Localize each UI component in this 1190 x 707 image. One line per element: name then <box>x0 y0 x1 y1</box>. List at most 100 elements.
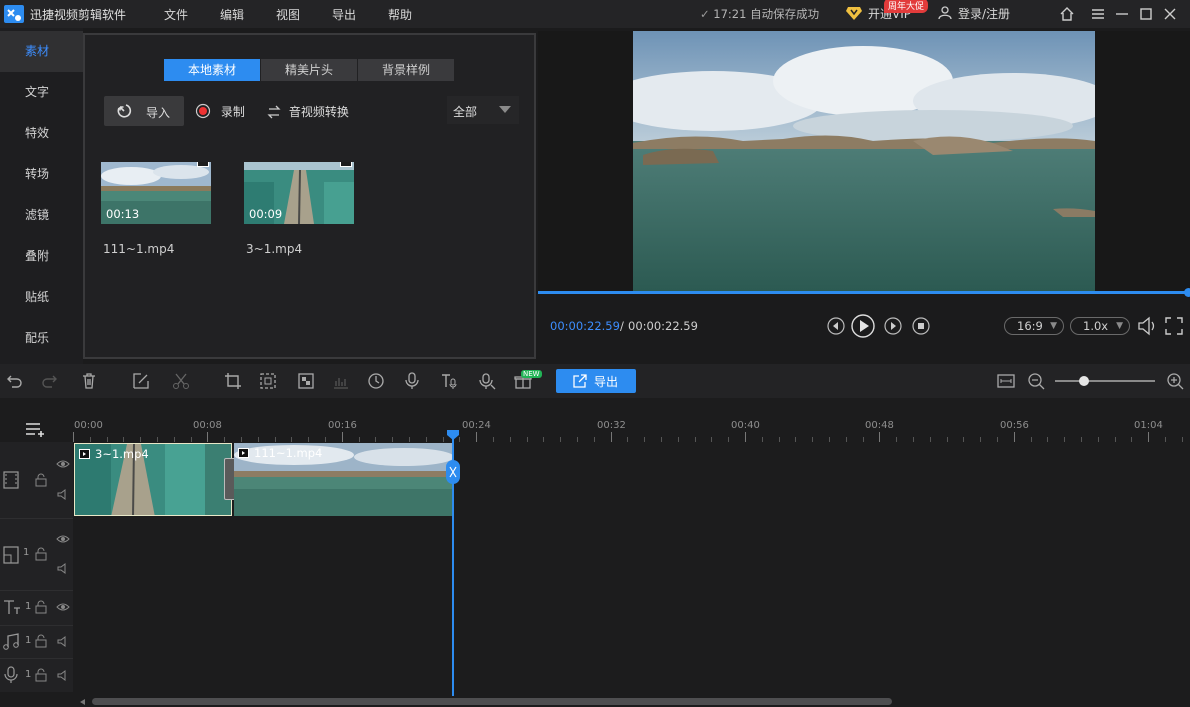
sidebar-item-media[interactable]: 素材 <box>0 31 83 72</box>
track-index: 1 <box>23 547 30 558</box>
tab-local-media[interactable]: 本地素材 <box>164 59 260 81</box>
zoom-out-icon[interactable] <box>1027 372 1045 390</box>
login-register-link[interactable]: 登录/注册 <box>958 5 1010 22</box>
edit-icon[interactable] <box>132 372 150 390</box>
mosaic-icon[interactable] <box>297 372 315 390</box>
media-filename: 3~1.mp4 <box>246 242 303 256</box>
media-item[interactable]: 00:09 3~1.mp4 <box>244 162 354 256</box>
delete-icon[interactable] <box>80 372 98 390</box>
ruler-label: 00:48 <box>865 420 894 431</box>
speaker-icon[interactable] <box>57 670 70 681</box>
preview-progress-bar[interactable] <box>538 291 1190 294</box>
chevron-down-icon <box>499 106 511 113</box>
fullscreen-icon[interactable] <box>1164 316 1184 336</box>
sidebar-item-transitions[interactable]: 转场 <box>0 154 83 195</box>
aspect-ratio-select[interactable]: 16:9 ▼ <box>1004 317 1064 335</box>
tab-intros[interactable]: 精美片头 <box>261 59 357 81</box>
media-duration: 00:13 <box>106 207 140 221</box>
volume-icon[interactable] <box>1137 316 1159 336</box>
speaker-icon[interactable] <box>57 563 70 574</box>
preview-progress-handle[interactable] <box>1184 288 1190 297</box>
track-divider <box>0 658 73 659</box>
lock-icon[interactable] <box>35 634 47 648</box>
add-track-icon[interactable] <box>24 421 48 439</box>
scroll-left-arrow-icon[interactable] <box>80 699 86 705</box>
prev-frame-icon[interactable] <box>827 317 845 335</box>
zoom-in-icon[interactable] <box>1166 372 1184 390</box>
microphone-icon[interactable] <box>403 372 421 390</box>
timeline-horizontal-scrollbar[interactable] <box>92 698 892 705</box>
sidebar-item-effects[interactable]: 特效 <box>0 113 83 154</box>
convert-arrows-icon <box>267 105 281 119</box>
crop-icon[interactable] <box>224 372 242 390</box>
lock-icon[interactable] <box>35 600 47 614</box>
tab-backgrounds[interactable]: 背景样例 <box>358 59 454 81</box>
redo-icon[interactable] <box>40 372 58 390</box>
chevron-down-icon: ▼ <box>1050 321 1057 331</box>
timeline-clip[interactable]: 3~1.mp4 <box>74 443 232 516</box>
menu-edit[interactable]: 编辑 <box>220 6 244 23</box>
ruler-label: 00:40 <box>731 420 760 431</box>
speaker-icon[interactable] <box>57 636 70 647</box>
media-filename: 111~1.mp4 <box>103 242 175 256</box>
next-frame-icon[interactable] <box>884 317 902 335</box>
lock-icon[interactable] <box>35 547 47 561</box>
fit-timeline-icon[interactable] <box>997 372 1015 390</box>
duration-clock-icon[interactable] <box>367 372 385 390</box>
track-index: 1 <box>25 635 32 646</box>
eye-icon[interactable] <box>56 459 70 469</box>
play-icon[interactable] <box>851 314 875 338</box>
voice-change-icon[interactable] <box>479 372 497 390</box>
preview-video-frame[interactable] <box>633 31 1095 291</box>
stop-icon[interactable] <box>912 317 930 335</box>
import-label: 导入 <box>146 106 171 120</box>
audio-wave-icon[interactable] <box>332 372 350 390</box>
home-icon[interactable] <box>1057 4 1077 24</box>
vip-diamond-icon <box>846 7 862 20</box>
timeline-clip[interactable]: 111~1.mp4 <box>234 443 452 516</box>
lock-icon[interactable] <box>35 668 47 682</box>
eye-icon[interactable] <box>56 534 70 544</box>
track-index: 1 <box>25 669 32 680</box>
menu-view[interactable]: 视图 <box>276 6 300 23</box>
media-item[interactable]: 00:13 111~1.mp4 <box>101 162 211 256</box>
hamburger-menu-icon[interactable] <box>1088 4 1108 24</box>
split-scissors-icon[interactable] <box>446 460 460 484</box>
clip-name: 111~1.mp4 <box>254 446 323 460</box>
timeline-zoom-slider[interactable] <box>1055 380 1155 382</box>
ruler-label: 00:00 <box>74 420 103 431</box>
text-to-speech-icon[interactable] <box>440 372 458 390</box>
app-title: 迅捷视频剪辑软件 <box>30 8 127 22</box>
media-panel: 本地素材 精美片头 背景样例 导入 录制 音视频转换 全部 00:13 111~… <box>83 33 536 359</box>
timeline-ruler[interactable] <box>73 432 1190 442</box>
import-button[interactable]: 导入 <box>104 96 184 126</box>
sidebar-item-stickers[interactable]: 贴纸 <box>0 277 83 318</box>
record-button[interactable]: 录制 <box>195 103 245 120</box>
app-logo-icon <box>4 5 24 23</box>
speaker-icon[interactable] <box>57 489 70 500</box>
sidebar-item-overlay[interactable]: 叠附 <box>0 236 83 277</box>
close-icon[interactable] <box>1160 4 1180 24</box>
sidebar-item-filters[interactable]: 滤镜 <box>0 195 83 236</box>
export-button[interactable]: 导出 <box>556 369 636 393</box>
current-time: 00:00:22.59 <box>550 319 620 333</box>
menu-help[interactable]: 帮助 <box>388 6 412 23</box>
media-filter-select[interactable]: 全部 <box>447 96 519 124</box>
menu-file[interactable]: 文件 <box>164 6 188 23</box>
sidebar-item-text[interactable]: 文字 <box>0 72 83 113</box>
undo-icon[interactable] <box>6 372 24 390</box>
ruler-label: 00:24 <box>462 420 491 431</box>
minimize-icon[interactable] <box>1112 4 1132 24</box>
lock-icon[interactable] <box>35 473 47 487</box>
maximize-icon[interactable] <box>1136 4 1156 24</box>
timeline-zoom-handle[interactable] <box>1079 376 1089 386</box>
speed-select[interactable]: 1.0x ▼ <box>1070 317 1130 335</box>
split-scissors-icon[interactable] <box>172 372 190 390</box>
ruler-label: 00:08 <box>193 420 222 431</box>
time-separator: / <box>620 319 624 333</box>
menu-export[interactable]: 导出 <box>332 6 356 23</box>
zoom-frame-icon[interactable] <box>259 372 277 390</box>
sidebar-item-music[interactable]: 配乐 <box>0 318 83 359</box>
av-convert-button[interactable]: 音视频转换 <box>267 103 349 120</box>
eye-icon[interactable] <box>56 602 70 612</box>
